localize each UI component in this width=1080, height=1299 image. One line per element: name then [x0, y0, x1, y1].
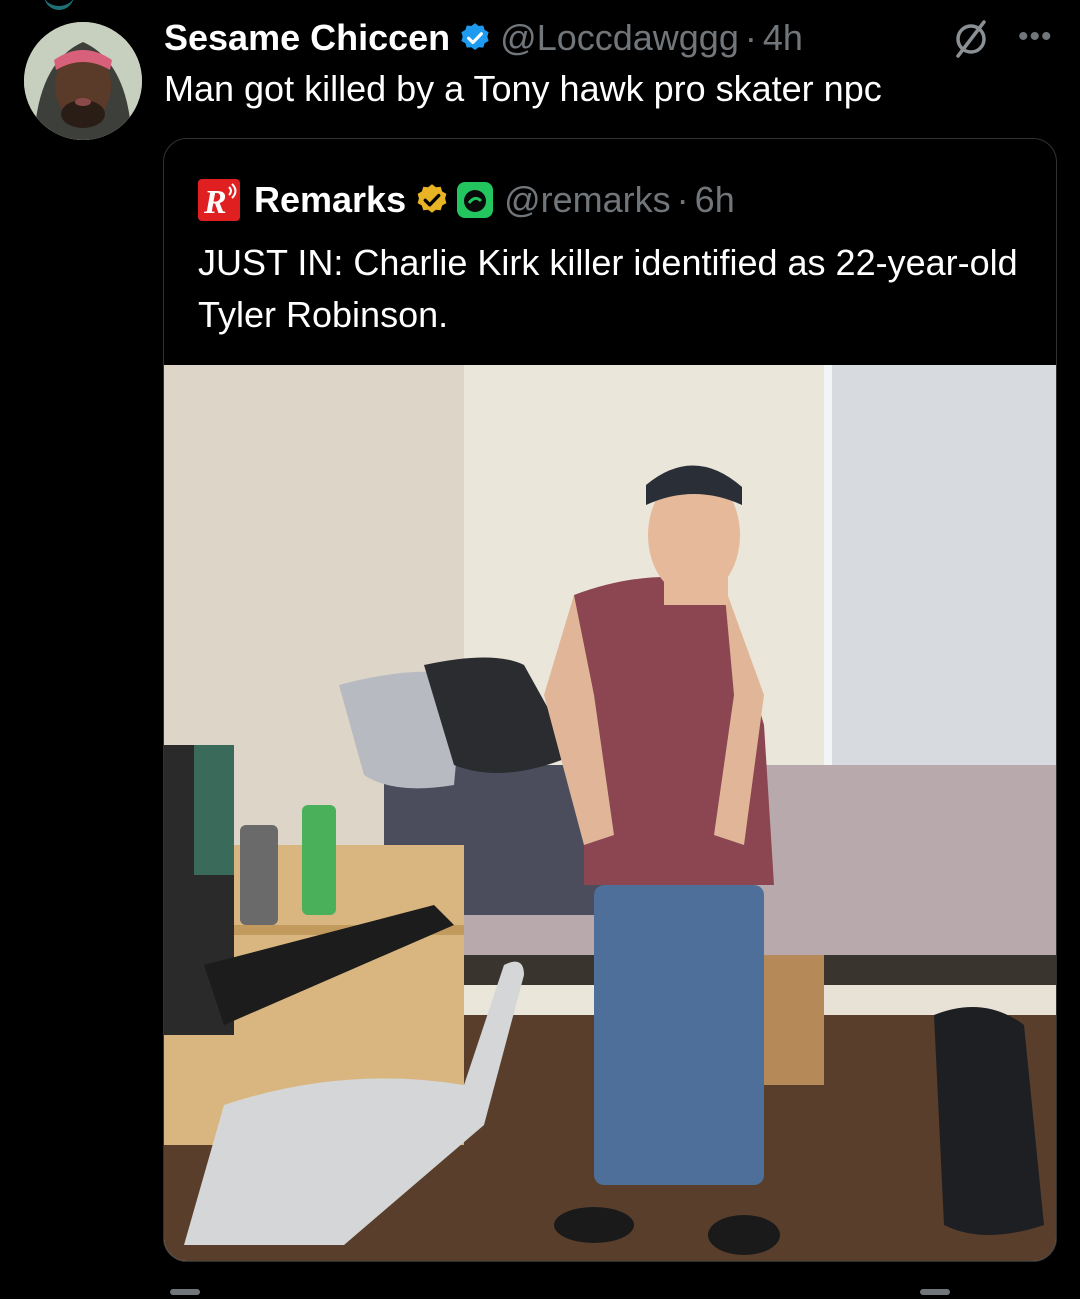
- quoted-timestamp[interactable]: 6h: [695, 179, 735, 221]
- quoted-tweet-text: JUST IN: Charlie Kirk killer identified …: [198, 242, 1018, 335]
- author-name[interactable]: Sesame Chiccen: [164, 17, 450, 59]
- verified-badge-icon: [461, 23, 489, 51]
- action-bar-partial: [170, 1289, 950, 1295]
- tweet-header: Sesame Chiccen @Loccdawggg · 4h: [164, 14, 803, 62]
- quoted-tweet[interactable]: R Remarks @remarks · 6h JUST IN: Charlie…: [163, 138, 1057, 1262]
- separator-dot: ·: [744, 17, 757, 58]
- quoted-separator-dot: ·: [676, 179, 689, 220]
- avatar[interactable]: [24, 22, 142, 140]
- gold-verified-badge-icon: [417, 184, 447, 213]
- grok-icon[interactable]: [950, 18, 992, 60]
- more-icon[interactable]: •••: [1018, 22, 1058, 52]
- timestamp[interactable]: 4h: [763, 17, 803, 59]
- quoted-tweet-header: R Remarks @remarks · 6h: [198, 175, 735, 225]
- author-handle[interactable]: @Loccdawggg: [500, 17, 739, 59]
- tweet[interactable]: Sesame Chiccen @Loccdawggg · 4h ••• Man …: [0, 0, 1080, 1299]
- svg-text:R: R: [203, 184, 227, 221]
- quoted-tweet-photo[interactable]: [164, 365, 1056, 1261]
- remarks-logo[interactable]: R: [198, 179, 240, 221]
- tweet-text: Man got killed by a Tony hawk pro skater…: [164, 68, 882, 109]
- partial-icon-top: [44, 0, 74, 10]
- quoted-author-handle[interactable]: @remarks: [504, 179, 671, 221]
- quoted-author-name[interactable]: Remarks: [254, 179, 406, 221]
- affiliate-badge-icon: [457, 182, 494, 218]
